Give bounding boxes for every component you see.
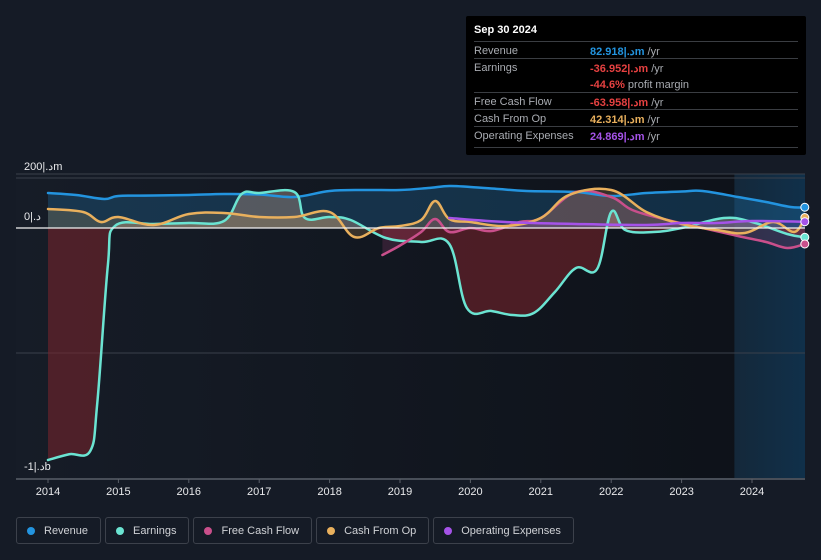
tooltip-row-revenue: Revenue 82.918|.دm /yr (474, 41, 798, 59)
tooltip-row-fcf: Free Cash Flow -63.958|.دm /yr (474, 92, 798, 110)
tooltip-value: 24.869|.دm /yr (590, 131, 660, 143)
legend-item-operating-expenses[interactable]: Operating Expenses (433, 517, 574, 544)
tooltip-row-earnings: Earnings -36.952|.دm /yr -44.6% profit m… (474, 58, 798, 93)
operating-expenses-endpoint (800, 217, 810, 227)
x-axis: 2014 2015 2016 2017 2018 2019 2020 2021 2022 2023… (16, 478, 805, 498)
tooltip-divider (474, 147, 798, 148)
legend-dot-icon (204, 526, 213, 535)
legend-dot-icon (116, 526, 125, 535)
legend-dot-icon (444, 526, 453, 535)
y-tick-label: -1|.دb (24, 461, 51, 473)
y-tick-label: 200|.دm (24, 161, 62, 173)
tooltip-label: Revenue (474, 45, 519, 57)
x-tick-label: 2016 (177, 486, 201, 498)
y-tick-label: 0|.د (24, 211, 41, 223)
x-tick-label: 2014 (36, 486, 60, 498)
legend-item-cash-from-op[interactable]: Cash From Op (316, 517, 430, 544)
legend: Revenue Earnings Free Cash Flow Cash Fro… (16, 517, 574, 544)
x-tick-label: 2015 (106, 486, 130, 498)
legend-item-revenue[interactable]: Revenue (16, 517, 102, 544)
tooltip-value: -36.952|.دm /yr (590, 63, 664, 75)
tooltip-date: Sep 30 2024 (474, 24, 537, 36)
legend-dot-icon (327, 526, 336, 535)
x-tick-label: 2023 (669, 486, 693, 498)
x-tick-label: 2022 (599, 486, 623, 498)
tooltip-label: Operating Expenses (474, 130, 574, 142)
free-cash-flow-endpoint (800, 239, 810, 249)
x-tick-label: 2019 (388, 486, 412, 498)
tooltip-value: -63.958|.دm /yr (590, 97, 664, 109)
tooltip-profit-margin: -44.6% profit margin (590, 79, 690, 91)
revenue-endpoint (800, 202, 810, 212)
legend-item-free-cash-flow[interactable]: Free Cash Flow (193, 517, 313, 544)
tooltip-label: Earnings (474, 62, 518, 74)
x-tick-label: 2021 (529, 486, 553, 498)
tooltip-label: Cash From Op (474, 113, 547, 125)
legend-dot-icon (27, 526, 35, 535)
tooltip-row-opex: Operating Expenses 24.869|.دm /yr (474, 126, 798, 144)
x-tick-label: 2018 (317, 486, 341, 498)
x-tick-label: 2024 (740, 486, 764, 498)
legend-item-earnings[interactable]: Earnings (105, 517, 190, 544)
x-tick-label: 2017 (247, 486, 271, 498)
tooltip-label: Free Cash Flow (474, 96, 552, 108)
x-tick-label: 2020 (458, 486, 482, 498)
tooltip-value: 42.314|.دm /yr (590, 114, 660, 126)
tooltip-row-cfo: Cash From Op 42.314|.دm /yr (474, 109, 798, 127)
tooltip-value: 82.918|.دm /yr (590, 46, 660, 58)
tooltip: Sep 30 2024 Revenue 82.918|.دm /yr Earni… (466, 16, 806, 155)
